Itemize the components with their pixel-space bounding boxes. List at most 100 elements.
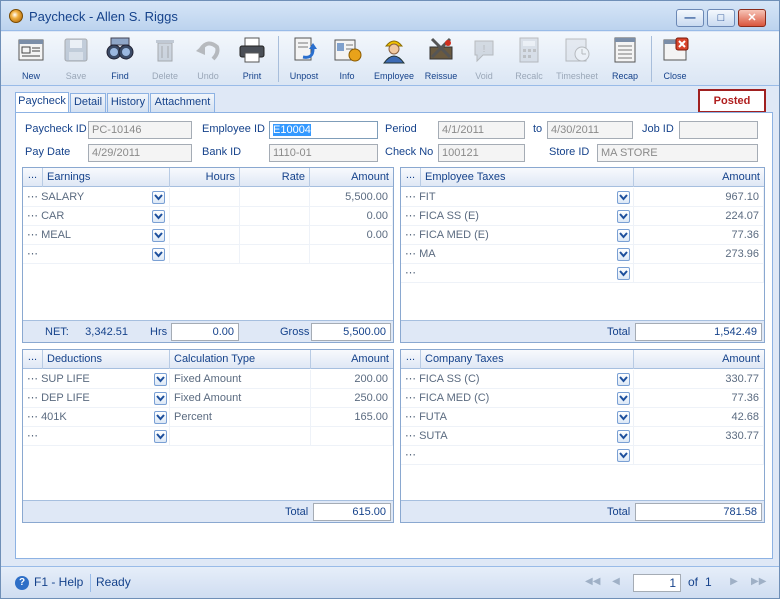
amount-column-header[interactable]: Amount	[634, 168, 764, 187]
help-text[interactable]: F1 - Help	[34, 575, 83, 589]
tax-amount[interactable]: 273.96	[634, 245, 764, 264]
tax-amount[interactable]: 330.77	[634, 427, 764, 446]
deduction-calc-type[interactable]: Fixed Amount	[170, 389, 311, 408]
tax-amount[interactable]: 330.77	[634, 370, 764, 389]
deduction-amount[interactable]: 200.00	[311, 370, 393, 389]
table-row[interactable]: ⋯ FUTA 42.68	[401, 408, 764, 427]
amount-column-header[interactable]: Amount	[634, 350, 764, 369]
table-row[interactable]: ⋯ MA 273.96	[401, 245, 764, 264]
tax-amount[interactable]: 224.07	[634, 207, 764, 226]
earning-hours[interactable]	[170, 245, 240, 264]
table-row[interactable]: ⋯	[23, 427, 393, 446]
table-row[interactable]: ⋯ FIT 967.10	[401, 188, 764, 207]
table-row[interactable]: ⋯ SALARY 5,500.00	[23, 188, 393, 207]
close-button[interactable]: Close	[656, 34, 694, 84]
chevron-down-icon[interactable]	[617, 191, 630, 204]
chevron-down-icon[interactable]	[617, 430, 630, 443]
chevron-down-icon[interactable]	[617, 411, 630, 424]
next-page-icon[interactable]: ▶	[727, 575, 741, 589]
chevron-down-icon[interactable]	[617, 449, 630, 462]
table-row[interactable]: ⋯ FICA SS (C) 330.77	[401, 370, 764, 389]
table-row[interactable]: ⋯ FICA MED (E) 77.36	[401, 226, 764, 245]
tax-amount[interactable]: 42.68	[634, 408, 764, 427]
chevron-down-icon[interactable]	[152, 229, 165, 242]
deductions-column-header[interactable]: Deductions	[43, 350, 170, 369]
earning-rate[interactable]	[240, 226, 310, 245]
info-button[interactable]: Info	[328, 34, 366, 84]
job-id-field[interactable]	[679, 121, 758, 139]
earnings-row-selector-header[interactable]: ...	[23, 168, 43, 187]
earning-hours[interactable]	[170, 226, 240, 245]
deductions-row-selector-header[interactable]: ...	[23, 350, 43, 369]
company-taxes-row-selector-header[interactable]: ...	[401, 350, 421, 369]
check-no-field[interactable]: 100121	[438, 144, 525, 162]
recap-button[interactable]: Recap	[605, 34, 645, 84]
table-row[interactable]: ⋯ SUTA 330.77	[401, 427, 764, 446]
tax-amount[interactable]	[634, 446, 764, 465]
paycheck-id-field[interactable]: PC-10146	[88, 121, 192, 139]
table-row[interactable]: ⋯	[401, 264, 764, 283]
employee-taxes-column-header[interactable]: Employee Taxes	[421, 168, 634, 187]
table-row[interactable]: ⋯ CAR 0.00	[23, 207, 393, 226]
new-button[interactable]: New	[11, 34, 51, 84]
earning-amount[interactable]: 0.00	[310, 226, 393, 245]
company-taxes-column-header[interactable]: Company Taxes	[421, 350, 634, 369]
chevron-down-icon[interactable]	[152, 210, 165, 223]
minimize-button[interactable]: —	[676, 9, 704, 27]
earning-hours[interactable]	[170, 188, 240, 207]
tax-amount[interactable]: 77.36	[634, 226, 764, 245]
employee-taxes-row-selector-header[interactable]: ...	[401, 168, 421, 187]
tax-amount[interactable]: 77.36	[634, 389, 764, 408]
earning-hours[interactable]	[170, 207, 240, 226]
previous-page-icon[interactable]: ◀	[609, 575, 623, 589]
tab-detail[interactable]: Detail	[70, 93, 106, 112]
recalc-button[interactable]: Recalc	[508, 34, 550, 84]
tab-history[interactable]: History	[107, 93, 149, 112]
earnings-column-header[interactable]: Earnings	[43, 168, 170, 187]
void-button[interactable]: ! Void	[466, 34, 502, 84]
deduction-calc-type[interactable]: Fixed Amount	[170, 370, 311, 389]
tax-amount[interactable]: 967.10	[634, 188, 764, 207]
chevron-down-icon[interactable]	[617, 248, 630, 261]
deduction-amount[interactable]	[311, 427, 393, 446]
table-row[interactable]: ⋯ SUP LIFE Fixed Amount 200.00	[23, 370, 393, 389]
tab-attachment[interactable]: Attachment	[150, 93, 215, 112]
tab-paycheck[interactable]: Paycheck	[15, 92, 69, 112]
chevron-down-icon[interactable]	[617, 210, 630, 223]
calculation-type-column-header[interactable]: Calculation Type	[170, 350, 311, 369]
chevron-down-icon[interactable]	[154, 392, 167, 405]
delete-button[interactable]: Delete	[144, 34, 186, 84]
deduction-calc-type[interactable]	[170, 427, 311, 446]
print-button[interactable]: Print	[232, 34, 272, 84]
chevron-down-icon[interactable]	[617, 229, 630, 242]
rate-column-header[interactable]: Rate	[240, 168, 310, 187]
table-row[interactable]: ⋯ 401K Percent 165.00	[23, 408, 393, 427]
deduction-amount[interactable]: 165.00	[311, 408, 393, 427]
tax-amount[interactable]	[634, 264, 764, 283]
last-page-icon[interactable]: ▶▶	[751, 575, 766, 589]
chevron-down-icon[interactable]	[152, 191, 165, 204]
earning-rate[interactable]	[240, 245, 310, 264]
page-number-input[interactable]: 1	[633, 574, 681, 592]
chevron-down-icon[interactable]	[152, 248, 165, 261]
table-row[interactable]: ⋯	[401, 446, 764, 465]
deduction-amount[interactable]: 250.00	[311, 389, 393, 408]
close-window-button[interactable]: ✕	[738, 9, 766, 27]
employee-id-field[interactable]: E10004	[269, 121, 378, 139]
hours-column-header[interactable]: Hours	[170, 168, 240, 187]
period-from-field[interactable]: 4/1/2011	[438, 121, 525, 139]
earning-amount[interactable]: 5,500.00	[310, 188, 393, 207]
help-icon[interactable]: ?	[15, 576, 29, 590]
earning-amount[interactable]: 0.00	[310, 207, 393, 226]
chevron-down-icon[interactable]	[617, 267, 630, 280]
earning-amount[interactable]	[310, 245, 393, 264]
unpost-button[interactable]: Unpost	[283, 34, 325, 84]
amount-column-header[interactable]: Amount	[311, 350, 393, 369]
amount-column-header[interactable]: Amount	[310, 168, 393, 187]
earning-rate[interactable]	[240, 188, 310, 207]
table-row[interactable]: ⋯ FICA SS (E) 224.07	[401, 207, 764, 226]
find-button[interactable]: Find	[100, 34, 140, 84]
chevron-down-icon[interactable]	[154, 430, 167, 443]
table-row[interactable]: ⋯ DEP LIFE Fixed Amount 250.00	[23, 389, 393, 408]
timesheet-button[interactable]: Timesheet	[553, 34, 601, 84]
